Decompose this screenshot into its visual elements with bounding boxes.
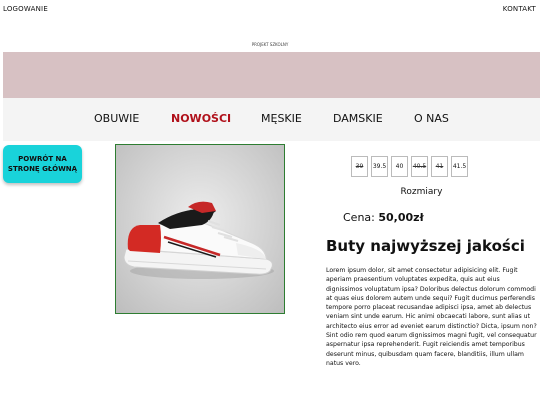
size-selector: 39 39.5 40 40.5 41 41.5 — [351, 156, 468, 177]
nav-item-meskie[interactable]: MĘSKIE — [261, 112, 302, 125]
product-title: Buty najwyższej jakości — [326, 237, 525, 255]
price-label: Cena: — [343, 211, 375, 224]
nav-item-nowosci[interactable]: NOWOŚCI — [171, 112, 231, 125]
size-option[interactable]: 40.5 — [411, 156, 428, 177]
nav-item-obuwie[interactable]: OBUWIE — [94, 112, 139, 125]
hero-banner — [3, 52, 540, 98]
nav-item-o-nas[interactable]: O NAS — [414, 112, 449, 125]
login-link[interactable]: LOGOWANIE — [3, 5, 48, 13]
main-navigation: OBUWIE NOWOŚCI MĘSKIE DAMSKIE O NAS — [3, 98, 540, 141]
size-option[interactable]: 41 — [431, 156, 448, 177]
sneaker-image — [123, 201, 274, 279]
product-image — [115, 144, 285, 314]
size-option[interactable]: 39 — [351, 156, 368, 177]
price: Cena: 50,00zł — [343, 211, 424, 224]
nav-item-damskie[interactable]: DAMSKIE — [333, 112, 383, 125]
back-to-home-button[interactable]: POWRÓT NA STRONĘ GŁÓWNĄ — [3, 145, 82, 183]
contact-link[interactable]: KONTAKT — [503, 5, 536, 13]
size-option[interactable]: 40 — [391, 156, 408, 177]
product-description: Lorem ipsum dolor, sit amet consectetur … — [326, 267, 537, 367]
sizes-label: Rozmiary — [400, 187, 443, 197]
size-option[interactable]: 39.5 — [371, 156, 388, 177]
top-bar: LOGOWANIE KONTAKT — [0, 0, 540, 18]
price-value: 50,00zł — [378, 211, 424, 224]
size-option[interactable]: 41.5 — [451, 156, 468, 177]
project-subtitle: PROJEKT SZKOLNY — [251, 42, 289, 47]
